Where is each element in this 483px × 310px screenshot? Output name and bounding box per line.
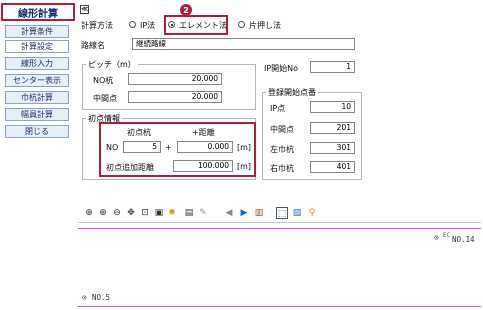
end-point-extra: EC — [443, 232, 451, 239]
sidebar: 線形計算 計算条件 計算設定 線形入力 センター表示 巾杭計算 幅員計算 閉じる — [0, 0, 75, 310]
initial-plus: + — [165, 143, 172, 152]
ip-start-input[interactable]: 1 — [310, 61, 355, 73]
register-right-label: 右巾杭 — [270, 164, 294, 173]
sidebar-item-calc-conditions[interactable]: 計算条件 — [5, 25, 69, 38]
pen-icon[interactable]: ✎ — [197, 207, 209, 219]
register-mid-label: 中間点 — [270, 125, 294, 134]
initial-extra-label: 初点追加距離 — [106, 163, 154, 172]
method-option-single[interactable]: 片押し法 — [238, 20, 288, 30]
collapse-button[interactable]: ≪ — [80, 5, 89, 14]
pitch-mid-label: 中間点 — [93, 94, 117, 103]
select-all-icon[interactable]: ▧ — [291, 207, 303, 219]
initial-col-add: +距離 — [192, 128, 215, 137]
sidebar-item-center-display[interactable]: センター表示 — [5, 74, 69, 87]
method-option-element-label: エレメント法 — [179, 21, 227, 30]
zoom-out-icon[interactable]: ⊖ — [111, 207, 123, 219]
route-label: 路線名 — [81, 41, 105, 50]
register-ip-input[interactable]: 10 — [310, 101, 355, 113]
pan-icon[interactable]: ✥ — [125, 207, 137, 219]
pitch-no-input[interactable]: 20.000 — [128, 73, 222, 85]
pitch-mid-input[interactable]: 20.000 — [128, 91, 222, 103]
prev-icon[interactable]: ◀ — [223, 207, 235, 219]
light-icon[interactable]: ✹ — [166, 207, 178, 219]
method-option-ip[interactable]: IP法 — [129, 20, 169, 30]
route-name-input[interactable]: 継続路線 — [132, 38, 355, 50]
sidebar-title: 線形計算 — [1, 3, 75, 21]
zoom-fit-icon[interactable]: ⊕ — [83, 207, 95, 219]
sidebar-item-alignment-input[interactable]: 線形入力 — [5, 57, 69, 70]
pitch-no-label: NO杭 — [93, 76, 114, 85]
end-point-marker: ⊙ — [434, 233, 439, 242]
initial-extra-unit: [m] — [237, 162, 252, 171]
pitch-title: ピッチ（m） — [86, 59, 138, 70]
register-left-input[interactable]: 301 — [310, 142, 355, 154]
method-option-single-label: 片押し法 — [249, 21, 281, 30]
search-icon[interactable]: ⚲ — [306, 207, 318, 219]
register-mid-input[interactable]: 201 — [310, 122, 355, 134]
register-title: 登録開始点番 — [266, 87, 318, 98]
drawing-canvas[interactable] — [78, 222, 481, 308]
drawing-toolbar: ⊕ ⊕ ⊖ ✥ ⊡ ▣ ✹ ▤ ✎ ◀ ▶ ▥ ⬚ ▧ ⚲ — [80, 205, 480, 221]
select-icon[interactable]: ⬚ — [276, 207, 288, 219]
radio-ip[interactable] — [129, 21, 136, 28]
method-option-ip-label: IP法 — [140, 21, 156, 30]
initial-unit: [m] — [237, 143, 252, 152]
zoom-window-icon[interactable]: ⊡ — [139, 207, 151, 219]
initial-extra-input[interactable]: 100.000 — [173, 160, 233, 172]
step-badge: 2 — [180, 4, 192, 16]
initial-no-input[interactable]: 5 — [123, 141, 161, 153]
next-icon[interactable]: ▶ — [238, 207, 250, 219]
redraw-icon[interactable]: ▣ — [153, 207, 165, 219]
initial-no-label: NO — [106, 143, 119, 152]
print-icon[interactable]: ▤ — [183, 207, 195, 219]
method-option-element[interactable]: エレメント法 — [168, 20, 227, 30]
register-left-label: 左巾杭 — [270, 145, 294, 154]
sidebar-item-close[interactable]: 閉じる — [5, 125, 69, 138]
method-label: 計算方法 — [81, 21, 113, 30]
radio-single[interactable] — [238, 21, 245, 28]
ip-start-label: IP開始No — [264, 64, 299, 73]
initial-col-pile: 初点杭 — [127, 128, 151, 137]
radio-element[interactable] — [168, 21, 175, 28]
sidebar-item-calc-settings[interactable]: 計算設定 — [5, 40, 69, 53]
register-right-input[interactable]: 401 — [310, 161, 355, 173]
start-point-label: NO.5 — [92, 293, 111, 302]
start-point-marker: ⊙ — [82, 293, 87, 302]
save-icon[interactable]: ▥ — [253, 207, 265, 219]
sidebar-item-width-pile-calc[interactable]: 巾杭計算 — [5, 91, 69, 104]
register-ip-label: IP点 — [270, 104, 286, 113]
initial-add-input[interactable]: 0.000 — [177, 141, 233, 153]
end-point-label: NO.14 — [452, 235, 475, 244]
zoom-in-icon[interactable]: ⊕ — [97, 207, 109, 219]
alignment-line-bottom — [78, 306, 481, 307]
alignment-line-top — [78, 228, 481, 229]
sidebar-item-road-width-calc[interactable]: 幅員計算 — [5, 108, 69, 121]
